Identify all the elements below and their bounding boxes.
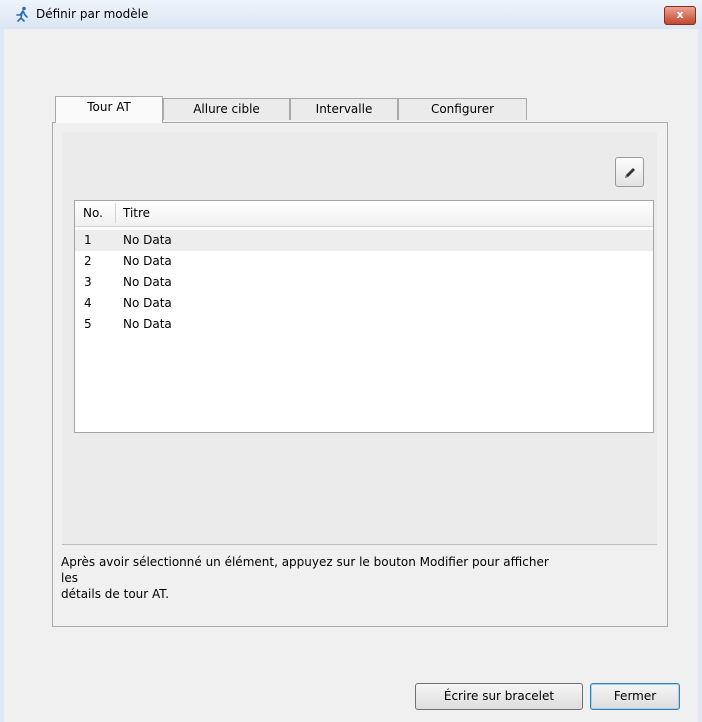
button-label: Fermer <box>613 689 657 703</box>
row-title: No Data <box>123 317 172 331</box>
tab-intervalle[interactable]: Intervalle <box>290 98 398 120</box>
row-title: No Data <box>123 275 172 289</box>
tab-tour-at[interactable]: Tour AT <box>55 96 163 123</box>
pencil-icon <box>625 168 635 178</box>
close-button[interactable]: Fermer <box>590 683 680 710</box>
table-row[interactable]: 4 No Data <box>75 293 653 314</box>
tab-label: Configurer <box>430 102 495 116</box>
edit-button[interactable] <box>615 157 644 187</box>
button-label: Écrire sur bracelet <box>443 689 555 703</box>
runner-icon <box>16 6 28 22</box>
row-number: 3 <box>84 275 92 289</box>
table-row[interactable]: 5 No Data <box>75 314 653 335</box>
instruction-text: Après avoir sélectionné un élément, appu… <box>61 555 549 601</box>
window-border-left <box>0 0 4 722</box>
tab-label: Allure cible <box>193 102 260 116</box>
row-number: 5 <box>84 317 92 331</box>
window-title: Définir par modèle <box>36 7 149 21</box>
close-icon: x <box>676 8 684 21</box>
window-border-right <box>698 0 702 722</box>
close-window-button[interactable]: x <box>664 6 696 25</box>
tour-at-table[interactable]: No. Titre 1 No Data 2 No Data 3 No Data … <box>74 200 654 433</box>
row-title: No Data <box>123 254 172 268</box>
row-number: 2 <box>84 254 92 268</box>
tab-configurer[interactable]: Configurer <box>398 98 527 120</box>
row-title: No Data <box>123 233 172 247</box>
tab-label: Intervalle <box>315 102 373 116</box>
column-header-no[interactable]: No. <box>83 206 103 220</box>
dialog-window: Définir par modèle x Tour AT Allure cibl… <box>0 0 702 722</box>
row-number: 4 <box>84 296 92 310</box>
row-title: No Data <box>123 296 172 310</box>
table-row[interactable]: 1 No Data <box>75 230 653 251</box>
column-header-titre[interactable]: Titre <box>123 206 150 220</box>
table-header: No. Titre <box>75 201 653 227</box>
row-number: 1 <box>84 233 92 247</box>
table-row[interactable]: 2 No Data <box>75 251 653 272</box>
tab-allure-cible[interactable]: Allure cible <box>163 98 290 120</box>
write-to-bracelet-button[interactable]: Écrire sur bracelet <box>415 683 583 710</box>
table-row[interactable]: 3 No Data <box>75 272 653 293</box>
column-divider[interactable] <box>115 203 116 223</box>
tab-label: Tour AT <box>87 100 131 114</box>
title-bar[interactable]: Définir par modèle x <box>0 0 702 29</box>
